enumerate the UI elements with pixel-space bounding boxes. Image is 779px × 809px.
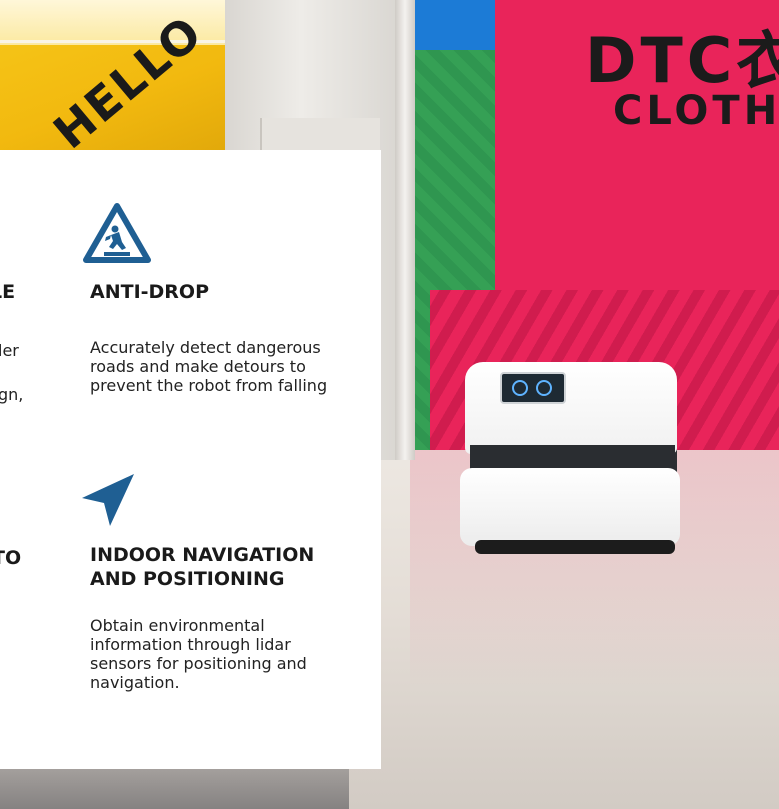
feature-heading-left-2: TO [0, 547, 22, 569]
feature-desc-anti-drop: Accurately detect dangerous roads and ma… [90, 338, 328, 395]
door-frame [395, 0, 415, 460]
robot-eye-icon [512, 380, 528, 396]
navigation-arrow-icon [80, 472, 136, 528]
store-sign-clothes: CLOTHE [613, 88, 779, 134]
robot-wheels [475, 540, 675, 554]
blue-storefront [415, 0, 495, 50]
robot-screen [500, 372, 566, 404]
feature-desc-left-1-line3: gn, [0, 385, 24, 404]
features-card: LE ler gn, TO ANTI-DROP Accurately detec… [0, 150, 381, 769]
feature-heading-anti-drop: ANTI-DROP [90, 281, 210, 303]
anti-drop-warning-icon [82, 202, 152, 266]
feature-heading-navigation-line1: INDOOR NAVIGATION [90, 544, 315, 566]
robot-head [465, 362, 677, 454]
feature-desc-navigation: Obtain environmental information through… [90, 616, 307, 692]
feature-desc-left-1-line1: ler [0, 341, 19, 360]
robot-base [460, 468, 680, 546]
store-sign-dtc: DTC衣 [585, 24, 779, 97]
feature-heading-left-1: LE [0, 281, 16, 303]
feature-heading-navigation-line2: AND POSITIONING [90, 568, 285, 590]
robot-eye-icon [536, 380, 552, 396]
